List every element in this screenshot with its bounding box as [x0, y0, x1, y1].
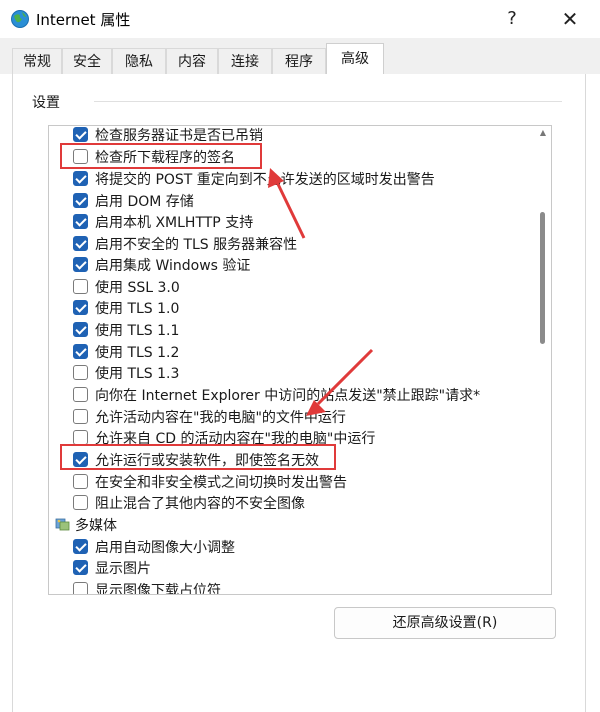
setting-tls-1-1[interactable]: 使用 TLS 1.1: [49, 319, 529, 340]
checkbox[interactable]: [73, 582, 88, 594]
checkbox[interactable]: [73, 495, 88, 510]
scroll-up-arrow-icon[interactable]: ▲: [538, 128, 548, 138]
title-bar: Internet 属性 ? ✕: [0, 0, 600, 38]
setting-secure-mode-switch-warning[interactable]: 在安全和非安全模式之间切换时发出警告: [49, 471, 529, 492]
checkbox[interactable]: [73, 387, 88, 402]
checkbox[interactable]: [73, 257, 88, 272]
setting-insecure-tls-fallback[interactable]: 启用不安全的 TLS 服务器兼容性: [49, 233, 529, 254]
tab-security[interactable]: 安全: [62, 48, 112, 74]
multimedia-icon: [55, 518, 70, 531]
tab-general[interactable]: 常规: [12, 48, 62, 74]
checkbox[interactable]: [73, 409, 88, 424]
checkbox[interactable]: [73, 300, 88, 315]
checkbox[interactable]: [73, 214, 88, 229]
close-button[interactable]: ✕: [552, 4, 588, 34]
checkbox[interactable]: [73, 430, 88, 445]
setting-integrated-windows-auth[interactable]: 启用集成 Windows 验证: [49, 254, 529, 275]
setting-enable-dom-storage[interactable]: 启用 DOM 存储: [49, 190, 529, 211]
checkbox[interactable]: [73, 560, 88, 575]
tab-bar: 常规 安全 隐私 内容 连接 程序 高级: [0, 38, 600, 74]
checkbox[interactable]: [73, 171, 88, 186]
vertical-scrollbar[interactable]: ▲: [537, 128, 549, 592]
setting-check-cert-revocation[interactable]: 检查服务器证书是否已吊销: [49, 126, 529, 145]
setting-show-pictures[interactable]: 显示图片: [49, 557, 529, 578]
highlight-box-invalid-signature: [60, 444, 336, 470]
settings-list[interactable]: 检查服务器证书是否已吊销 检查所下载程序的签名 将提交的 POST 重定向到不允…: [48, 125, 552, 595]
setting-tls-1-3[interactable]: 使用 TLS 1.3: [49, 362, 529, 383]
setting-image-placeholder[interactable]: 显示图像下载占位符: [49, 579, 529, 594]
internet-options-icon: [11, 10, 29, 28]
help-button[interactable]: ?: [496, 4, 528, 34]
checkbox[interactable]: [73, 322, 88, 337]
checkbox[interactable]: [73, 193, 88, 208]
setting-post-redirect-warning[interactable]: 将提交的 POST 重定向到不允许发送的区域时发出警告: [49, 168, 529, 189]
tab-programs[interactable]: 程序: [272, 48, 326, 74]
advanced-panel: 设置 检查服务器证书是否已吊销 检查所下载程序的签名 将提交的 POST 重定向…: [0, 74, 600, 712]
setting-tls-1-2[interactable]: 使用 TLS 1.2: [49, 341, 529, 362]
tab-privacy[interactable]: 隐私: [112, 48, 166, 74]
setting-ssl-3-0[interactable]: 使用 SSL 3.0: [49, 276, 529, 297]
setting-auto-image-resize[interactable]: 启用自动图像大小调整: [49, 536, 529, 557]
setting-native-xmlhttp[interactable]: 启用本机 XMLHTTP 支持: [49, 211, 529, 232]
settings-group-label: 设置: [32, 95, 60, 111]
section-multimedia: 多媒体: [49, 514, 529, 535]
checkbox[interactable]: [73, 279, 88, 294]
checkbox[interactable]: [73, 539, 88, 554]
checkbox[interactable]: [73, 365, 88, 380]
group-divider: [94, 101, 562, 102]
restore-advanced-settings-button[interactable]: 还原高级设置(R): [334, 607, 556, 639]
checkbox[interactable]: [73, 127, 88, 142]
tab-content[interactable]: 内容: [166, 48, 218, 74]
scroll-thumb[interactable]: [540, 212, 545, 344]
setting-block-mixed-images[interactable]: 阻止混合了其他内容的不安全图像: [49, 492, 529, 513]
checkbox[interactable]: [73, 236, 88, 251]
window-title: Internet 属性: [36, 11, 131, 29]
tab-advanced[interactable]: 高级: [326, 43, 384, 74]
checkbox[interactable]: [73, 474, 88, 489]
checkbox[interactable]: [73, 344, 88, 359]
setting-do-not-track[interactable]: 向你在 Internet Explorer 中访问的站点发送"禁止跟踪"请求*: [49, 384, 529, 405]
setting-tls-1-0[interactable]: 使用 TLS 1.0: [49, 297, 529, 318]
highlight-box-download-signature: [60, 143, 262, 169]
tab-connections[interactable]: 连接: [218, 48, 272, 74]
setting-active-content-my-computer[interactable]: 允许活动内容在"我的电脑"的文件中运行: [49, 406, 529, 427]
